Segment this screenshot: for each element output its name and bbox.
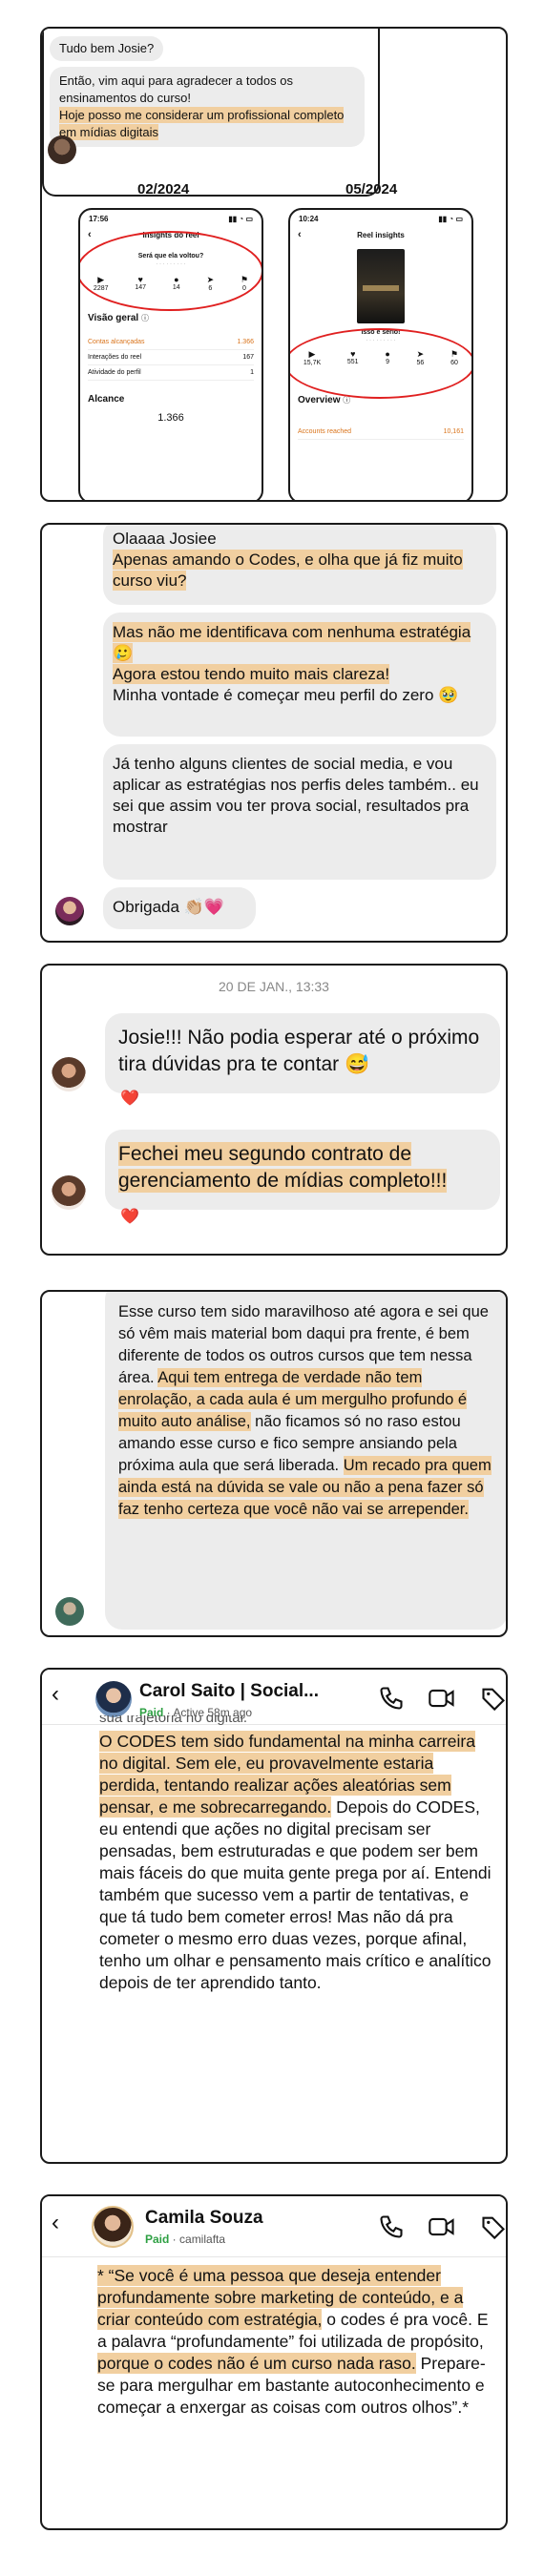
contact-status: Paid · camilafta	[145, 2233, 226, 2246]
contact-name[interactable]: Camila Souza	[145, 2208, 263, 2229]
phone-screenshot-after: 10:24 ▮▮ ◔ ▭ ‹ Reel insights Isso é sério!…	[288, 208, 473, 500]
message-text: Olaaaa Josiee	[113, 530, 217, 548]
message-text: Já tenho alguns clientes de social media…	[113, 755, 479, 836]
testimonial-card-chat-3: 20 DE JAN., 13:33 Josie!!! Não podia esp…	[40, 964, 508, 1256]
video-call-icon[interactable]	[428, 1685, 456, 1712]
heart-reaction-icon: ❤️	[120, 1209, 139, 1225]
reach-value: 1.366	[157, 412, 184, 424]
avatar	[52, 1057, 86, 1091]
screen-title: Reel insights	[357, 231, 405, 239]
testimonial-card-camila: ‹ Camila Souza Paid · camilafta * “Se vo…	[40, 2194, 508, 2530]
phone-call-icon[interactable]	[378, 1685, 405, 1712]
status-icons: ▮▮ ◔ ▭	[228, 215, 253, 223]
message-highlight: porque o codes não é um curso nada raso.	[97, 2353, 416, 2374]
message-highlight: Apenas amando o Codes, e olha que já fiz…	[113, 550, 463, 591]
back-icon[interactable]: ‹	[88, 229, 92, 240]
stat-row: Contas alcançadas 1.366	[88, 335, 254, 350]
message-highlight: Hoje posso me considerar um profissional…	[59, 107, 345, 140]
message-text-block: * “Se você é uma pessoa que deseja enten…	[97, 2265, 491, 2419]
status-icons: ▮▮ ◔ ▭	[438, 215, 463, 223]
message-highlight: Mas não me identificava com nenhuma estr…	[113, 622, 471, 663]
phone-screenshot-before: 17:56 ▮▮ ◔ ▭ ‹ Insights do reel Será que e…	[78, 208, 263, 500]
back-icon[interactable]: ‹	[298, 229, 302, 240]
date-label-before: 02/2024	[137, 181, 190, 197]
cut-off-line: sua trajetória no digital.	[99, 1715, 248, 1726]
chat-bubble: Já tenho alguns clientes de social media…	[103, 744, 496, 880]
stat-row: Accounts reached 10,161	[298, 425, 464, 440]
dm-message-box: Tudo bem Josie? Então, vim aqui para agr…	[42, 29, 380, 197]
back-arrow-icon[interactable]: ‹	[52, 2212, 59, 2234]
chat-bubble: Esse curso tem sido maravilhoso até agor…	[105, 1292, 506, 1630]
reel-thumbnail	[357, 249, 405, 323]
reach-title: Alcance	[88, 394, 125, 405]
stat-row: Atividade do perfil 1	[88, 365, 254, 381]
message-text: Minha vontade é começar meu perfil do ze…	[113, 686, 459, 704]
red-annotation-oval	[80, 231, 262, 311]
phone-call-icon[interactable]	[378, 2213, 405, 2240]
chat-header: ‹ Camila Souza Paid · camilafta	[42, 2196, 506, 2257]
date-label-after: 05/2024	[345, 181, 398, 197]
chat-bubble: Josie!!! Não podia esperar até o próximo…	[105, 1013, 500, 1093]
avatar	[55, 1597, 84, 1626]
chat-timestamp: 20 DE JAN., 13:33	[219, 979, 329, 994]
avatar	[55, 897, 84, 925]
video-call-icon[interactable]	[428, 2213, 456, 2240]
testimonial-card-chat-4: Esse curso tem sido maravilhoso até agor…	[40, 1290, 508, 1637]
contact-avatar[interactable]	[92, 2206, 134, 2248]
contact-name[interactable]: Carol Saito | Social...	[139, 1681, 319, 1702]
heart-reaction-icon: ❤️	[120, 1091, 139, 1107]
testimonial-card-chat-2: Olaaaa Josiee Apenas amando o Codes, e o…	[40, 523, 508, 943]
red-annotation-oval	[290, 328, 471, 399]
message-text-block: O CODES tem sido fundamental na minha ca…	[99, 1731, 492, 1994]
chat-bubble: Mas não me identificava com nenhuma estr…	[103, 613, 496, 737]
back-arrow-icon[interactable]: ‹	[52, 1683, 59, 1706]
message-highlight: Fechei meu segundo contrato de gerenciam…	[118, 1142, 448, 1193]
message-text: Obrigada 👏🏼💗	[113, 898, 224, 916]
message-highlight: Agora estou tendo muito mais clareza!	[113, 664, 390, 684]
chat-bubble: Olaaaa Josiee Apenas amando o Codes, e o…	[103, 525, 496, 605]
contact-avatar[interactable]	[95, 1681, 132, 1717]
avatar	[52, 1175, 86, 1210]
chat-bubble: Fechei meu segundo contrato de gerenciam…	[105, 1130, 500, 1210]
message-bubble: Então, vim aqui para agradecer a todos o…	[50, 67, 365, 147]
tag-icon[interactable]	[479, 2213, 508, 2240]
testimonial-card-carol: ‹ Carol Saito | Social... Paid · Active …	[40, 1668, 508, 2164]
status-time: 10:24	[299, 215, 319, 223]
chat-bubble: Obrigada 👏🏼💗	[103, 887, 256, 929]
message-text: Depois do CODES, eu entendi que ações no…	[99, 1797, 492, 1992]
avatar	[48, 135, 76, 164]
status-time: 17:56	[89, 215, 109, 223]
tag-icon[interactable]	[479, 1685, 508, 1712]
message-line: Tudo bem Josie?	[50, 36, 164, 61]
message-text: Josie!!! Não podia esperar até o próximo…	[118, 1027, 480, 1075]
overview-title: Visão geral ⓘ	[88, 313, 149, 323]
testimonial-card-insights: Tudo bem Josie? Então, vim aqui para agr…	[40, 27, 508, 502]
stat-row: Interações do reel 167	[88, 350, 254, 365]
message-text: Então, vim aqui para agradecer a todos o…	[59, 73, 293, 105]
